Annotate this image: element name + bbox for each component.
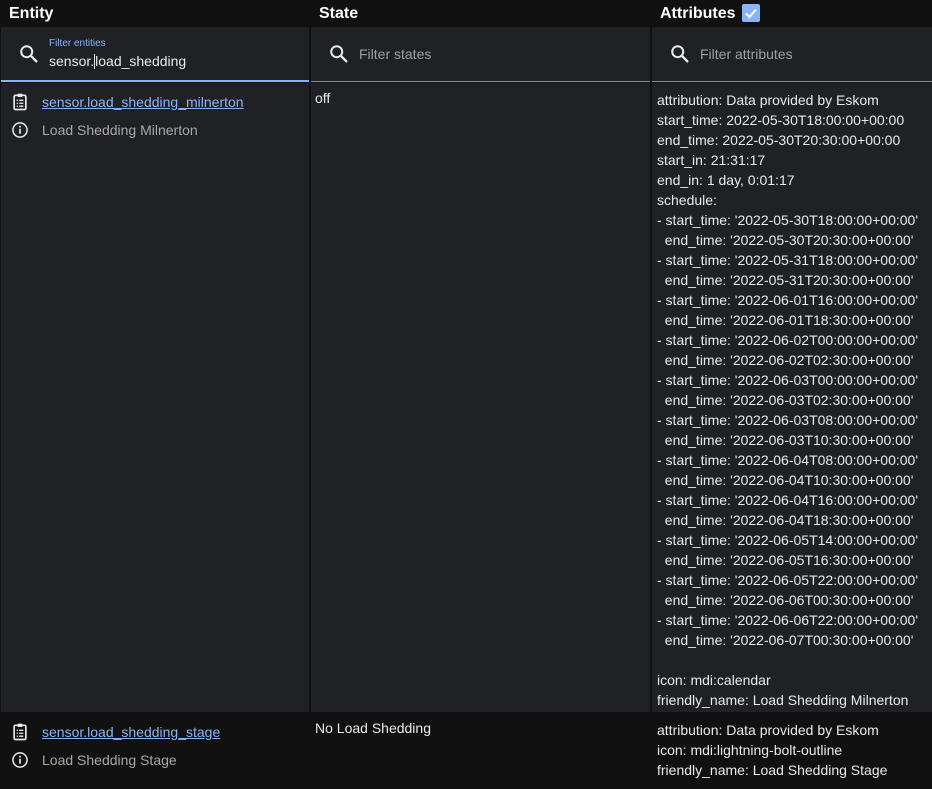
entity-filter-input[interactable]: sensor.load_shedding xyxy=(49,53,186,69)
entity-id-link[interactable]: sensor.load_shedding_stage xyxy=(42,724,220,740)
state-value: No Load Shedding xyxy=(315,720,431,736)
state-cell: off xyxy=(311,83,650,712)
attributes-toggle-checkbox[interactable] xyxy=(742,4,760,22)
state-filter-field[interactable]: Filter states xyxy=(311,27,650,82)
table-header: Entity State Attributes xyxy=(0,0,932,27)
attributes-filter-field[interactable]: Filter attributes xyxy=(652,27,932,82)
attributes-column-title: Attributes xyxy=(660,5,736,22)
checkbox-checked-icon xyxy=(745,8,757,19)
state-filter-input[interactable]: Filter states xyxy=(359,46,431,62)
attributes-value: attribution: Data provided by Eskom star… xyxy=(657,92,919,708)
attributes-filter-input[interactable]: Filter attributes xyxy=(700,46,793,62)
entity-cell: sensor.load_shedding_stage Load Shedding… xyxy=(1,713,309,789)
clipboard-list-icon[interactable] xyxy=(10,92,30,112)
entity-filter-label: Filter entities xyxy=(49,38,106,49)
search-icon xyxy=(671,45,689,63)
search-icon xyxy=(20,45,38,63)
entity-column-title: Entity xyxy=(9,5,54,22)
attributes-cell: attribution: Data provided by Eskom icon… xyxy=(652,713,932,789)
entity-friendly-name: Load Shedding Stage xyxy=(42,752,177,768)
attributes-value: attribution: Data provided by Eskom icon… xyxy=(657,722,888,778)
state-cell: No Load Shedding xyxy=(311,713,650,789)
state-column-title: State xyxy=(319,5,359,22)
entity-friendly-name: Load Shedding Milnerton xyxy=(42,122,198,138)
clipboard-list-icon[interactable] xyxy=(10,722,30,742)
search-icon xyxy=(330,45,348,63)
state-value: off xyxy=(315,90,331,106)
attributes-cell: attribution: Data provided by Eskom star… xyxy=(652,83,932,712)
info-circle-icon xyxy=(12,122,28,138)
entity-cell: sensor.load_shedding_milnerton Load Shed… xyxy=(1,83,309,712)
info-circle-icon xyxy=(12,752,28,768)
entity-id-link[interactable]: sensor.load_shedding_milnerton xyxy=(42,94,244,110)
entity-filter-field[interactable]: Filter entities sensor.load_shedding xyxy=(1,27,309,82)
